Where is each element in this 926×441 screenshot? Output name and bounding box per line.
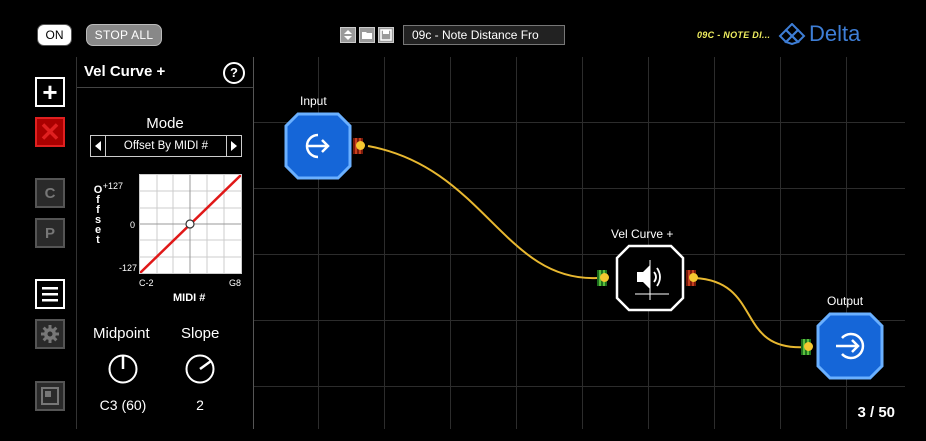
bottom-frame <box>0 429 926 441</box>
node-title: Output <box>827 294 864 308</box>
slope-label: Slope <box>181 325 220 342</box>
port-connector <box>804 342 813 351</box>
output-node[interactable] <box>816 312 884 380</box>
add-module-button[interactable]: + <box>35 77 65 107</box>
preset-save-button[interactable] <box>378 27 394 43</box>
delta-logo-icon <box>778 23 806 45</box>
inspector-title: Vel Curve + <box>84 63 166 80</box>
preset-name-field[interactable]: 09c - Note Distance Fro <box>403 25 565 45</box>
brand-name: Delta <box>809 21 861 46</box>
module-count: 3 / 50 <box>857 404 895 421</box>
mode-prev-button[interactable] <box>90 135 106 157</box>
divider <box>77 87 253 88</box>
vel-curve-node[interactable] <box>615 244 685 312</box>
port-connector <box>356 141 365 150</box>
curve-midpoint-handle[interactable] <box>185 219 195 229</box>
gear-icon <box>41 325 59 343</box>
slope-value: 2 <box>196 397 204 413</box>
up-down-icon <box>344 30 352 40</box>
list-icon <box>42 287 58 302</box>
window-icon <box>41 387 59 405</box>
folder-icon <box>362 32 372 39</box>
paste-button[interactable]: P <box>35 218 65 248</box>
triangle-left-icon <box>95 141 101 151</box>
cable[interactable] <box>367 145 598 280</box>
input-node[interactable] <box>284 112 352 180</box>
plot-y-tick: -127 <box>118 263 137 273</box>
midpoint-knob[interactable] <box>107 353 139 385</box>
preset-tag: 09C - NOTE DI... <box>697 30 771 40</box>
plot-x-label: MIDI # <box>173 292 206 304</box>
preset-updown-button[interactable] <box>340 27 356 43</box>
delete-module-button[interactable]: ✕ <box>35 117 65 147</box>
node-title: Input <box>300 94 327 108</box>
mode-value[interactable]: Offset By MIDI # <box>106 135 226 157</box>
preset-open-button[interactable] <box>359 27 375 43</box>
port-connector <box>600 273 609 282</box>
midpoint-label: Midpoint <box>93 325 150 342</box>
cable[interactable] <box>694 277 808 349</box>
preset-bar: 09c - Note Distance Fro <box>340 24 565 46</box>
brand-logo: Delta <box>778 21 860 47</box>
plot-y-tick: 0 <box>129 220 135 230</box>
curve-graph <box>139 174 242 274</box>
on-button[interactable]: ON <box>37 24 72 46</box>
patch-canvas[interactable]: Input Vel Curve + Output 3 / 50 <box>254 57 905 429</box>
save-icon <box>380 29 392 41</box>
mode-label: Mode <box>146 115 184 132</box>
triangle-right-icon <box>231 141 237 151</box>
mode-next-button[interactable] <box>226 135 242 157</box>
copy-button[interactable]: C <box>35 178 65 208</box>
velocity-curve-plot[interactable] <box>139 174 242 274</box>
node-title: Vel Curve + <box>611 227 674 241</box>
mode-selector: Offset By MIDI # <box>90 135 242 157</box>
settings-button[interactable] <box>35 319 65 349</box>
help-button[interactable]: ? <box>223 62 245 84</box>
list-button[interactable] <box>35 279 65 309</box>
plot-x-tick: C-2 <box>139 278 154 288</box>
plot-x-tick: G8 <box>229 278 242 288</box>
midpoint-value: C3 (60) <box>99 397 147 413</box>
plot-y-label: Offset <box>93 184 103 246</box>
left-toolbar: + ✕ C P <box>33 57 75 429</box>
app-window: ON STOP ALL 09c - Note Distance Fro 09C … <box>0 0 926 441</box>
port-connector <box>689 273 698 282</box>
view-button[interactable] <box>35 381 65 411</box>
slope-knob[interactable] <box>184 353 216 385</box>
module-inspector: Vel Curve + ? Mode Offset By MIDI # Offs… <box>76 57 254 429</box>
plot-y-tick: +127 <box>102 181 123 191</box>
stop-all-button[interactable]: STOP ALL <box>86 24 162 46</box>
top-bar: ON STOP ALL 09c - Note Distance Fro 09C … <box>0 0 926 56</box>
